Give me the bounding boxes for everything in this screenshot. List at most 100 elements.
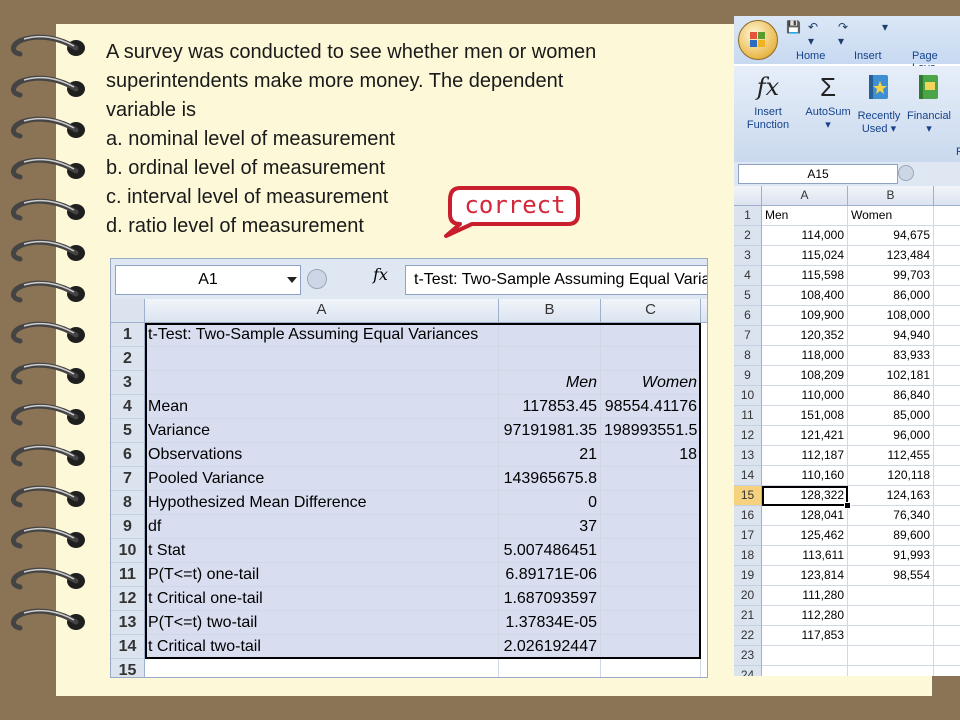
cell-a[interactable] [762, 666, 848, 676]
cell-a[interactable]: df [145, 515, 499, 539]
row-header[interactable]: 11 [734, 406, 762, 426]
redo-icon[interactable]: ↷ ▾ [838, 20, 848, 48]
cell-b[interactable]: 124,163 [848, 486, 934, 506]
row-header[interactable]: 14 [111, 635, 145, 659]
cell-a[interactable]: t Critical one-tail [145, 587, 499, 611]
tab-home[interactable]: Home [796, 50, 825, 62]
cell-a[interactable]: Mean [145, 395, 499, 419]
cell-c[interactable] [934, 526, 960, 546]
row-header[interactable]: 8 [111, 491, 145, 515]
cell-c[interactable] [934, 246, 960, 266]
cell-a[interactable]: t Stat [145, 539, 499, 563]
cell-c[interactable] [934, 266, 960, 286]
cell-c[interactable] [934, 586, 960, 606]
cell-b[interactable] [499, 323, 601, 347]
cell-b[interactable]: 37 [499, 515, 601, 539]
row-header[interactable]: 13 [111, 611, 145, 635]
row-header[interactable]: 9 [111, 515, 145, 539]
cell-c[interactable] [601, 635, 701, 659]
cell-a[interactable]: Variance [145, 419, 499, 443]
cell-a[interactable]: Men [762, 206, 848, 226]
select-all-corner[interactable] [734, 186, 762, 206]
cell-a[interactable]: Hypothesized Mean Difference [145, 491, 499, 515]
cell-b[interactable]: 112,455 [848, 446, 934, 466]
row-header[interactable]: 8 [734, 346, 762, 366]
column-header-d[interactable] [701, 299, 707, 323]
column-header-c[interactable] [934, 186, 960, 206]
cell-c[interactable] [934, 606, 960, 626]
cell-a[interactable]: 112,280 [762, 606, 848, 626]
cell-a[interactable]: t-Test: Two-Sample Assuming Equal Varian… [145, 323, 499, 347]
fill-handle[interactable] [844, 502, 851, 509]
cell-b[interactable]: 0 [499, 491, 601, 515]
row-header[interactable]: 16 [734, 506, 762, 526]
cell-c[interactable] [601, 563, 701, 587]
cell-c[interactable] [934, 346, 960, 366]
row-header[interactable]: 13 [734, 446, 762, 466]
cell-c[interactable] [934, 406, 960, 426]
cell-c[interactable] [934, 446, 960, 466]
cell-a[interactable]: 117,853 [762, 626, 848, 646]
column-header-a[interactable]: A [762, 186, 848, 206]
tab-insert[interactable]: Insert [854, 50, 882, 62]
row-header[interactable]: 12 [734, 426, 762, 446]
cell-a[interactable]: 125,462 [762, 526, 848, 546]
formula-input[interactable]: t-Test: Two-Sample Assuming Equal Varian… [405, 265, 707, 295]
financial-button[interactable]: Financial ▾ [904, 72, 954, 136]
column-header-c[interactable]: C [601, 299, 701, 323]
cell-a[interactable]: 108,400 [762, 286, 848, 306]
cell-b[interactable] [848, 586, 934, 606]
cell-c[interactable] [601, 491, 701, 515]
cell-a[interactable]: P(T<=t) two-tail [145, 611, 499, 635]
cell-b[interactable] [848, 606, 934, 626]
row-header[interactable]: 14 [734, 466, 762, 486]
row-header[interactable]: 10 [734, 386, 762, 406]
cell-c[interactable] [601, 515, 701, 539]
cell-a[interactable]: 118,000 [762, 346, 848, 366]
cell-c[interactable] [601, 539, 701, 563]
insert-function-button[interactable]: fx Insert Function [742, 72, 794, 132]
cell-a[interactable]: P(T<=t) one-tail [145, 563, 499, 587]
row-header[interactable]: 24 [734, 666, 762, 676]
cell-a[interactable]: 109,900 [762, 306, 848, 326]
cell-c[interactable] [934, 566, 960, 586]
cell-a[interactable]: 121,421 [762, 426, 848, 446]
cell-b[interactable]: 2.026192447 [499, 635, 601, 659]
cell-a[interactable]: 115,024 [762, 246, 848, 266]
row-header[interactable]: 2 [734, 226, 762, 246]
customize-qat-icon[interactable]: ▾ [882, 20, 888, 34]
cell-c[interactable] [934, 386, 960, 406]
row-header[interactable]: 4 [734, 266, 762, 286]
cell-b[interactable]: 83,933 [848, 346, 934, 366]
formula-divider-handle[interactable] [307, 269, 327, 289]
cell-c[interactable]: 18 [601, 443, 701, 467]
cell-b[interactable] [848, 626, 934, 646]
cell-c[interactable]: Women [601, 371, 701, 395]
cell-b[interactable]: 1.37834E-05 [499, 611, 601, 635]
row-header[interactable]: 23 [734, 646, 762, 666]
cell-b[interactable]: 89,600 [848, 526, 934, 546]
cell-a[interactable]: 113,611 [762, 546, 848, 566]
cell-c[interactable] [601, 347, 701, 371]
cell-a[interactable]: 114,000 [762, 226, 848, 246]
row-header[interactable]: 15 [111, 659, 145, 677]
cell-b[interactable] [499, 659, 601, 677]
cell-a[interactable]: 111,280 [762, 586, 848, 606]
cell-a[interactable]: t Critical two-tail [145, 635, 499, 659]
fx-icon[interactable]: fx [373, 265, 388, 284]
cell-c[interactable] [601, 659, 701, 677]
cell-c[interactable] [934, 466, 960, 486]
name-box[interactable]: A1 [115, 265, 301, 295]
row-header[interactable]: 17 [734, 526, 762, 546]
cell-b[interactable]: 86,840 [848, 386, 934, 406]
formula-divider-handle[interactable] [898, 165, 914, 181]
cell-b[interactable]: 94,940 [848, 326, 934, 346]
cell-c[interactable] [934, 286, 960, 306]
cell-c[interactable] [934, 546, 960, 566]
cell-a[interactable]: 115,598 [762, 266, 848, 286]
cell-c[interactable]: 98554.41176 [601, 395, 701, 419]
cell-b[interactable]: 1.687093597 [499, 587, 601, 611]
logical-button[interactable]: L [954, 72, 960, 123]
cell-a[interactable]: Pooled Variance [145, 467, 499, 491]
cell-b[interactable]: 99,703 [848, 266, 934, 286]
